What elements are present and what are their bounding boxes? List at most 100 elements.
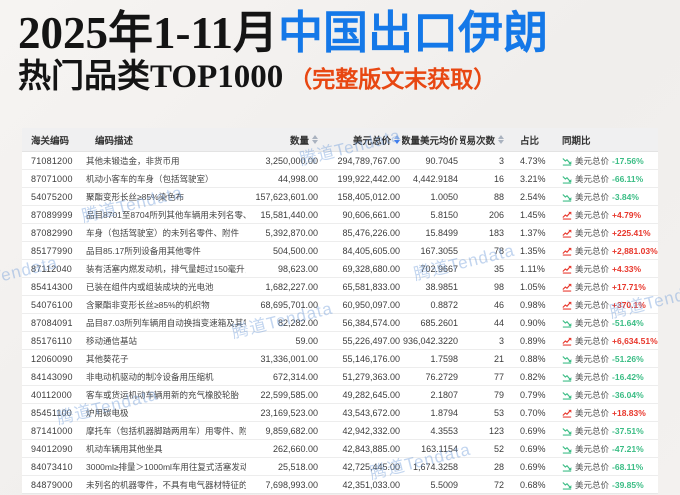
yoy-percent: -66.11%: [612, 173, 644, 184]
cell-avg-price: 76.2729: [425, 371, 458, 382]
table-row: 87089999 品目8701至8704所列其他车辆用未列名零、附件 15,581,…: [22, 206, 658, 224]
cell-description: 炉用碳电极: [86, 407, 129, 418]
cell-description: 机动车辆用其他坐具: [86, 443, 163, 454]
trend-up-icon: [562, 265, 572, 274]
yoy-percent: -3.84%: [612, 191, 639, 202]
column-label: 美元总价: [352, 135, 391, 147]
table-header-row: 海关编码 编码描述 数量 美元总价 数量美元均价 贸易次数 占比 同期比: [22, 128, 658, 152]
yoy-metric-label: 美元总价: [575, 263, 610, 274]
yoy-metric-label: 美元总价: [575, 479, 610, 490]
cell-quantity: 25,518.00: [277, 461, 318, 472]
cell-quantity: 98,623.00: [277, 263, 318, 274]
table-row: 85451100 炉用碳电极 23,169,523.00 43,543,672.00 1…: [22, 404, 658, 422]
cell-quantity: 262,660.00: [272, 443, 318, 454]
cell-quantity: 504,500.00: [272, 245, 318, 256]
yoy-metric-label: 美元总价: [575, 173, 610, 184]
cell-description: 未列名的机器零件，不具有电气器材特征的: [86, 479, 246, 490]
trend-up-icon: [562, 283, 572, 292]
cell-avg-price: 4.3553: [430, 425, 458, 436]
column-label: 数量: [289, 135, 309, 147]
cell-hs-code: 87089999: [31, 209, 73, 220]
yoy-percent: -51.64%: [612, 317, 644, 328]
export-category-table: 海关编码 编码描述 数量 美元总价 数量美元均价 贸易次数 占比 同期比 71081200 其他…: [22, 128, 658, 494]
cell-description: 含聚酯非变形长丝≥85%的机织物: [86, 299, 210, 310]
sort-icon[interactable]: [498, 135, 504, 144]
cell-share: 1.45%: [520, 209, 546, 220]
cell-description: 已装在组件内或组装成块的光电池: [86, 281, 214, 292]
cell-yoy: 美元总价 -47.21%: [552, 443, 658, 455]
yoy-percent: +4.33%: [612, 263, 642, 274]
cell-avg-price: 90.7045: [425, 155, 458, 166]
cell-share: 1.11%: [520, 263, 545, 274]
trend-up-icon: [562, 409, 572, 418]
cell-share: 0.69%: [520, 443, 546, 454]
cell-quantity: 15,581,440.00: [260, 209, 318, 220]
cell-quantity: 59.00: [295, 335, 318, 346]
cell-avg-price: 167.3055: [420, 245, 458, 256]
cell-hs-code: 87082990: [31, 227, 73, 238]
cell-quantity: 31,336,001.00: [260, 353, 318, 364]
cell-trade-count: 46: [493, 299, 504, 310]
trend-down-icon: [562, 481, 572, 490]
cell-trade-count: 98: [493, 281, 504, 292]
column-header-code: 海关编码: [22, 133, 86, 147]
title-note: （完整版文末获取）: [289, 67, 497, 93]
yoy-percent: -47.21%: [612, 443, 644, 454]
cell-yoy: 美元总价 -68.11%: [552, 461, 658, 473]
table-row: 87082990 车身（包括驾驶室）的未列名零件、附件 5,392,870.00 85…: [22, 224, 658, 242]
cell-trade-count: 52: [493, 443, 504, 454]
trend-up-icon: [562, 211, 572, 220]
cell-share: 1.35%: [520, 245, 546, 256]
cell-trade-count: 53: [493, 407, 504, 418]
cell-usd-total: 42,942,332.00: [342, 425, 400, 436]
cell-share: 0.69%: [520, 425, 546, 436]
sort-icon[interactable]: [312, 135, 318, 144]
cell-yoy: 美元总价 +2,881.03%: [552, 245, 658, 257]
cell-trade-count: 123: [488, 425, 504, 436]
cell-share: 1.05%: [520, 281, 546, 292]
cell-description: 客车或货运机动车辆用新的充气橡胶轮胎: [86, 389, 240, 400]
cell-usd-total: 51,279,363.00: [342, 371, 400, 382]
cell-quantity: 157,623,601.00: [255, 191, 318, 202]
cell-quantity: 68,695,701.00: [260, 299, 318, 310]
yoy-metric-label: 美元总价: [575, 371, 610, 382]
cell-trade-count: 79: [493, 389, 504, 400]
yoy-metric-label: 美元总价: [575, 299, 610, 310]
cell-share: 0.82%: [520, 371, 546, 382]
title-subject: 中国出口伊朗: [278, 8, 549, 58]
sort-icon[interactable]: [394, 135, 400, 144]
cell-avg-price: 936,042.3220: [402, 335, 458, 346]
title-period: 2025年1-11月: [18, 8, 279, 58]
cell-yoy: 美元总价 -17.56%: [552, 155, 658, 167]
trend-down-icon: [562, 445, 572, 454]
cell-yoy: 美元总价 -3.84%: [552, 191, 658, 203]
column-header-qty[interactable]: 数量: [246, 133, 320, 147]
cell-share: 4.73%: [520, 155, 546, 166]
cell-description: 品目87.03所列车辆用自动换挡变速箱及其零件: [86, 317, 246, 328]
yoy-metric-label: 美元总价: [575, 353, 610, 364]
cell-yoy: 美元总价 +18.83%: [552, 407, 658, 419]
yoy-percent: -16.42%: [612, 371, 644, 382]
trend-down-icon: [562, 175, 572, 184]
yoy-percent: +6,634.51%: [612, 335, 658, 346]
cell-hs-code: 40112000: [31, 389, 72, 400]
column-header-usd[interactable]: 美元总价: [320, 133, 402, 147]
cell-hs-code: 85176110: [31, 335, 72, 346]
yoy-percent: -39.85%: [612, 479, 644, 490]
yoy-metric-label: 美元总价: [575, 281, 610, 292]
cell-yoy: 美元总价 -37.51%: [552, 425, 658, 437]
cell-trade-count: 16: [493, 173, 504, 184]
cell-hs-code: 85414300: [31, 281, 73, 292]
yoy-metric-label: 美元总价: [575, 209, 610, 220]
cell-yoy: 美元总价 +17.71%: [552, 281, 658, 293]
cell-yoy: 美元总价 +370.1%: [552, 299, 658, 311]
table-row: 87071000 机动小客车的车身（包括驾驶室） 44,998.00 199,922,…: [22, 170, 658, 188]
cell-description: 3000ml≥排量＞1000ml车用往复式活塞发动机: [86, 461, 246, 472]
yoy-percent: +17.71%: [612, 281, 646, 292]
column-header-trades[interactable]: 贸易次数: [460, 133, 506, 147]
yoy-metric-label: 美元总价: [575, 317, 610, 328]
cell-usd-total: 294,789,767.00: [337, 155, 400, 166]
cell-avg-price: 5.5009: [430, 479, 458, 490]
trend-up-icon: [562, 247, 572, 256]
cell-hs-code: 85451100: [31, 407, 72, 418]
